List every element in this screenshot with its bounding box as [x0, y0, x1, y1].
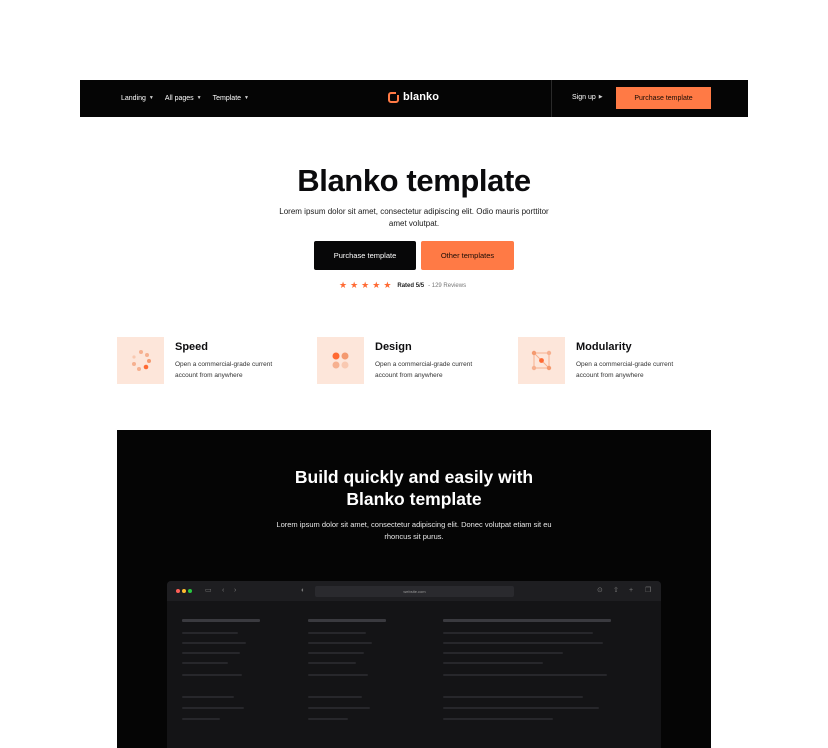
design-icon: [317, 337, 364, 384]
chevron-down-icon: ▼: [148, 95, 154, 101]
share-icon: ⇧: [613, 587, 619, 594]
star-icon: ★: [361, 280, 370, 290]
skeleton-line: [182, 718, 220, 720]
new-tab-icon: +: [629, 587, 634, 594]
skeleton-line: [308, 674, 368, 676]
skeleton-line: [308, 696, 362, 698]
logo-text: blanko: [403, 91, 440, 103]
skeleton-line: [182, 707, 244, 709]
reviews-count: - 129 Reviews: [428, 282, 467, 289]
chevron-down-icon: ▼: [244, 95, 249, 101]
skeleton-line: [443, 662, 543, 664]
nav-links: Landing ▼ All pages ▼ Template ▼: [80, 95, 249, 102]
signup-label: Sign up: [572, 94, 596, 101]
window-minimize-dot: [182, 589, 186, 593]
star-icon: ★: [339, 280, 348, 290]
feature-description: Open a commercial-grade current account …: [175, 361, 273, 379]
browser-url-bar: website.com: [315, 586, 514, 597]
skeleton-line: [443, 674, 607, 676]
signup-link[interactable]: Sign up ▶: [572, 94, 603, 101]
skeleton-line: [182, 696, 234, 698]
skeleton-line: [182, 642, 246, 644]
window-maximize-dot: [188, 589, 192, 593]
skeleton-line: [308, 642, 372, 644]
chevron-down-icon: ▼: [196, 95, 202, 101]
rating-row: ★ ★ ★ ★ ★ Rated 5/5 - 129 Reviews: [339, 280, 466, 291]
nav-link-label: All pages: [164, 95, 194, 102]
skeleton-line: [182, 652, 240, 654]
star-icon: ★: [383, 280, 392, 290]
skeleton-line: [182, 632, 238, 634]
feature-design: Design Open a commercial-grade current a…: [317, 337, 495, 384]
feature-title: Speed: [175, 341, 209, 353]
purchase-template-button[interactable]: Purchase template: [314, 241, 416, 270]
browser-url: website.com: [403, 589, 426, 594]
feature-modularity: Modularity Open a commercial-grade curre…: [518, 337, 696, 384]
star-icon: ★: [372, 280, 381, 290]
shield-icon: ◐: [301, 587, 306, 594]
skeleton-heading: [182, 619, 260, 622]
feature-description: Open a commercial-grade current account …: [576, 361, 674, 379]
sidebar-icon: ▭: [205, 587, 212, 594]
skeleton-line: [443, 632, 593, 634]
skeleton-line: [308, 652, 364, 654]
skeleton-line: [443, 652, 563, 654]
skeleton-heading: [443, 619, 611, 622]
nav-link-label: Landing: [121, 95, 146, 102]
nav-purchase-button[interactable]: Purchase template: [616, 87, 711, 109]
window-close-dot: [176, 589, 180, 593]
hero-title: Blanko template: [297, 163, 531, 198]
browser-toolbar: ▭ ‹ › ◐ website.com ⊙ ⇧ + ❐: [167, 581, 661, 601]
skeleton-line: [443, 718, 553, 720]
top-navbar: Landing ▼ All pages ▼ Template ▼ blanko …: [80, 80, 748, 117]
rating-stars: ★ ★ ★ ★ ★: [339, 280, 391, 291]
feature-speed: Speed Open a commercial-grade current ac…: [117, 337, 295, 384]
chevron-right-icon: ▶: [598, 94, 603, 100]
showcase-section: Build quickly and easily with Blanko tem…: [117, 430, 711, 748]
nav-link-all-pages[interactable]: All pages ▼: [165, 95, 202, 102]
star-icon: ★: [350, 280, 359, 290]
other-templates-button[interactable]: Other templates: [421, 241, 514, 270]
skeleton-line: [443, 707, 599, 709]
skeleton-line: [443, 642, 603, 644]
nav-link-label: Template: [212, 95, 242, 102]
speed-icon: [117, 337, 164, 384]
nav-link-landing[interactable]: Landing ▼: [121, 95, 154, 102]
showcase-subtitle: Lorem ipsum dolor sit amet, consectetur …: [276, 520, 552, 541]
showcase-title-line1: Build quickly and easily with: [294, 467, 534, 487]
skeleton-line: [182, 674, 242, 676]
skeleton-line: [443, 696, 583, 698]
browser-mockup: ▭ ‹ › ◐ website.com ⊙ ⇧ + ❐: [167, 581, 661, 748]
skeleton-line: [308, 632, 366, 634]
feature-title: Modularity: [576, 341, 632, 353]
brand-logo[interactable]: blanko: [388, 90, 440, 103]
skeleton-heading: [308, 619, 386, 622]
skeleton-line: [182, 662, 228, 664]
skeleton-line: [308, 718, 348, 720]
showcase-title: Build quickly and easily with Blanko tem…: [117, 466, 711, 510]
tabs-icon: ❐: [645, 587, 652, 594]
feature-title: Design: [375, 341, 412, 353]
back-icon: ‹: [222, 587, 225, 594]
download-icon: ⊙: [597, 587, 603, 594]
rating-label: Rated 5/5: [397, 282, 425, 289]
modularity-icon: [518, 337, 565, 384]
forward-icon: ›: [234, 587, 237, 594]
nav-divider: [551, 80, 552, 117]
feature-description: Open a commercial-grade current account …: [375, 361, 473, 379]
showcase-title-line2: Blanko template: [346, 489, 482, 509]
skeleton-line: [308, 707, 370, 709]
hero-subtitle: Lorem ipsum dolor sit amet, consectetur …: [279, 207, 549, 228]
nav-link-template[interactable]: Template ▼: [213, 95, 249, 102]
logo-mark-icon: [388, 90, 400, 103]
skeleton-line: [308, 662, 356, 664]
